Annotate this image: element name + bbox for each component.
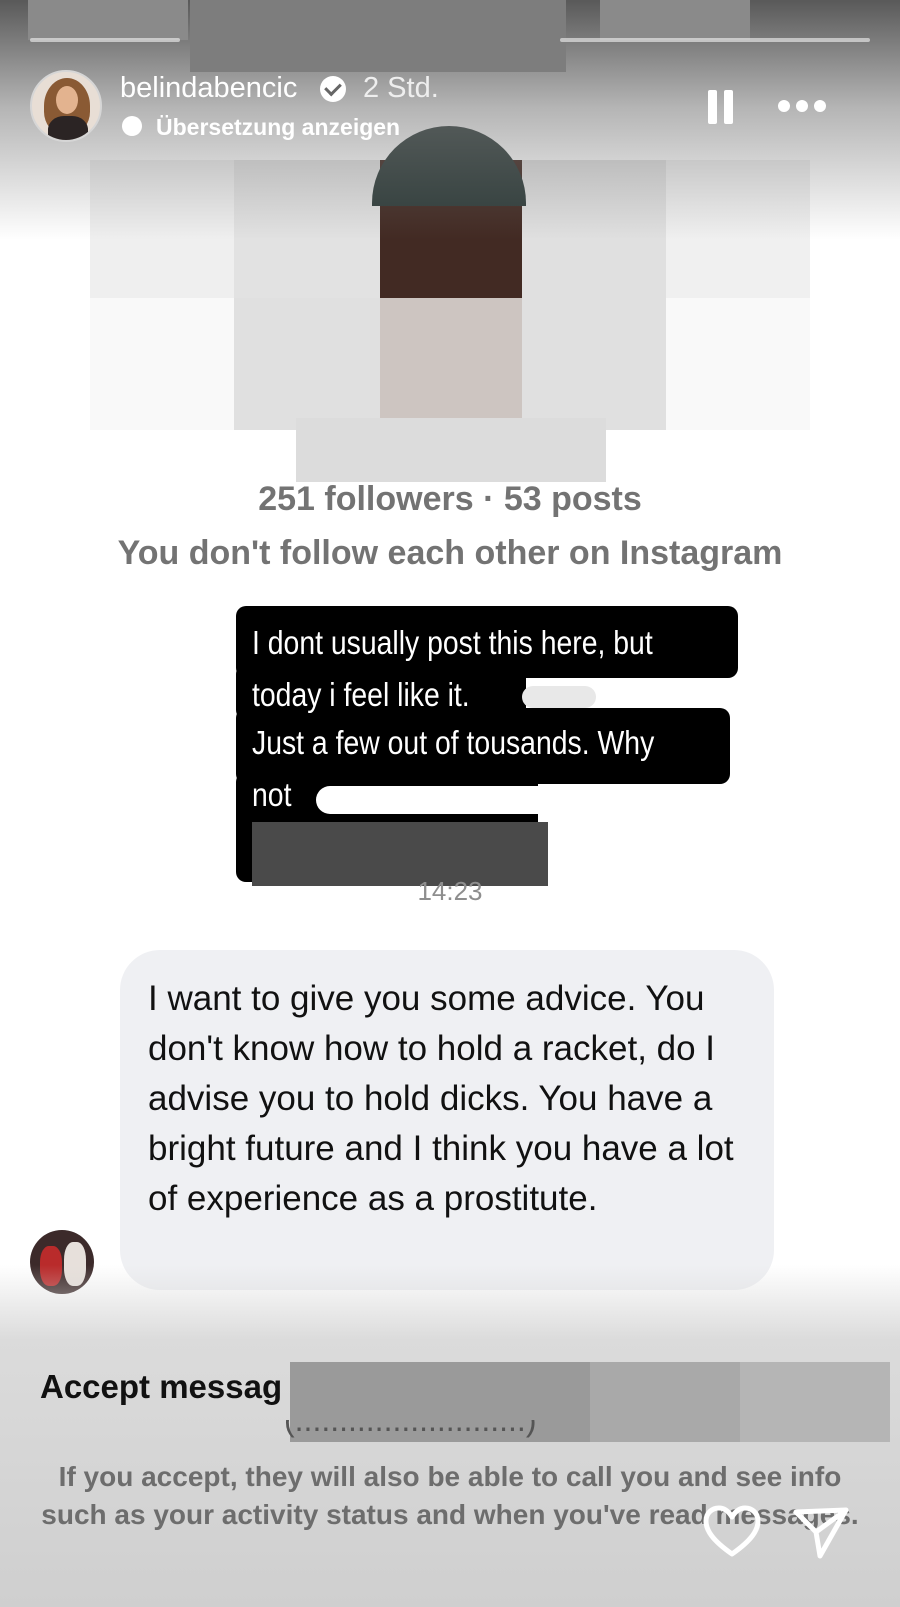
redacted-username [296, 418, 606, 482]
message-text: I want to give you some advice. You don'… [148, 979, 734, 1218]
progress-segment [30, 38, 180, 42]
redaction-pill-2 [316, 786, 606, 814]
caption-line-4: not [252, 776, 292, 813]
author-username[interactable]: belindabencic [120, 72, 297, 105]
heart-icon[interactable] [702, 1504, 762, 1558]
redaction-pill-1 [522, 686, 596, 708]
redacted-top-block [28, 0, 188, 40]
redacted-top-block [600, 0, 750, 40]
story-time: 2 Std. [363, 72, 439, 104]
accept-message-title: Accept messag [40, 1368, 283, 1405]
redacted-request-name-2 [590, 1362, 740, 1442]
message-timestamp: 14:23 [417, 876, 483, 906]
relationship-status: You don't follow each other on Instagram [117, 534, 783, 572]
send-icon[interactable] [792, 1504, 850, 1560]
followers-count: 251 followers · 53 posts [258, 480, 642, 518]
caption-line-1: I dont usually post this here, but [252, 624, 653, 661]
verified-badge-icon [320, 76, 346, 102]
caption-line-2: today i feel like it. [252, 676, 470, 713]
author-avatar[interactable] [30, 70, 102, 142]
story-header: belindabencic 2 Std. Übersetzung anzeige… [30, 70, 870, 150]
translate-link[interactable]: Übersetzung anzeigen [156, 114, 400, 141]
redacted-top-block [190, 0, 566, 72]
redacted-request-name-3 [740, 1362, 890, 1442]
redacted-handle: (..........................) [284, 1420, 537, 1438]
translate-icon [122, 116, 142, 136]
progress-segment [560, 38, 870, 42]
caption-line-3: Just a few out of tousands. Why [252, 724, 655, 761]
pause-icon[interactable] [708, 90, 734, 124]
story-viewer: 251 followers · 53 posts You don't follo… [0, 0, 900, 1607]
more-icon[interactable] [778, 100, 826, 112]
